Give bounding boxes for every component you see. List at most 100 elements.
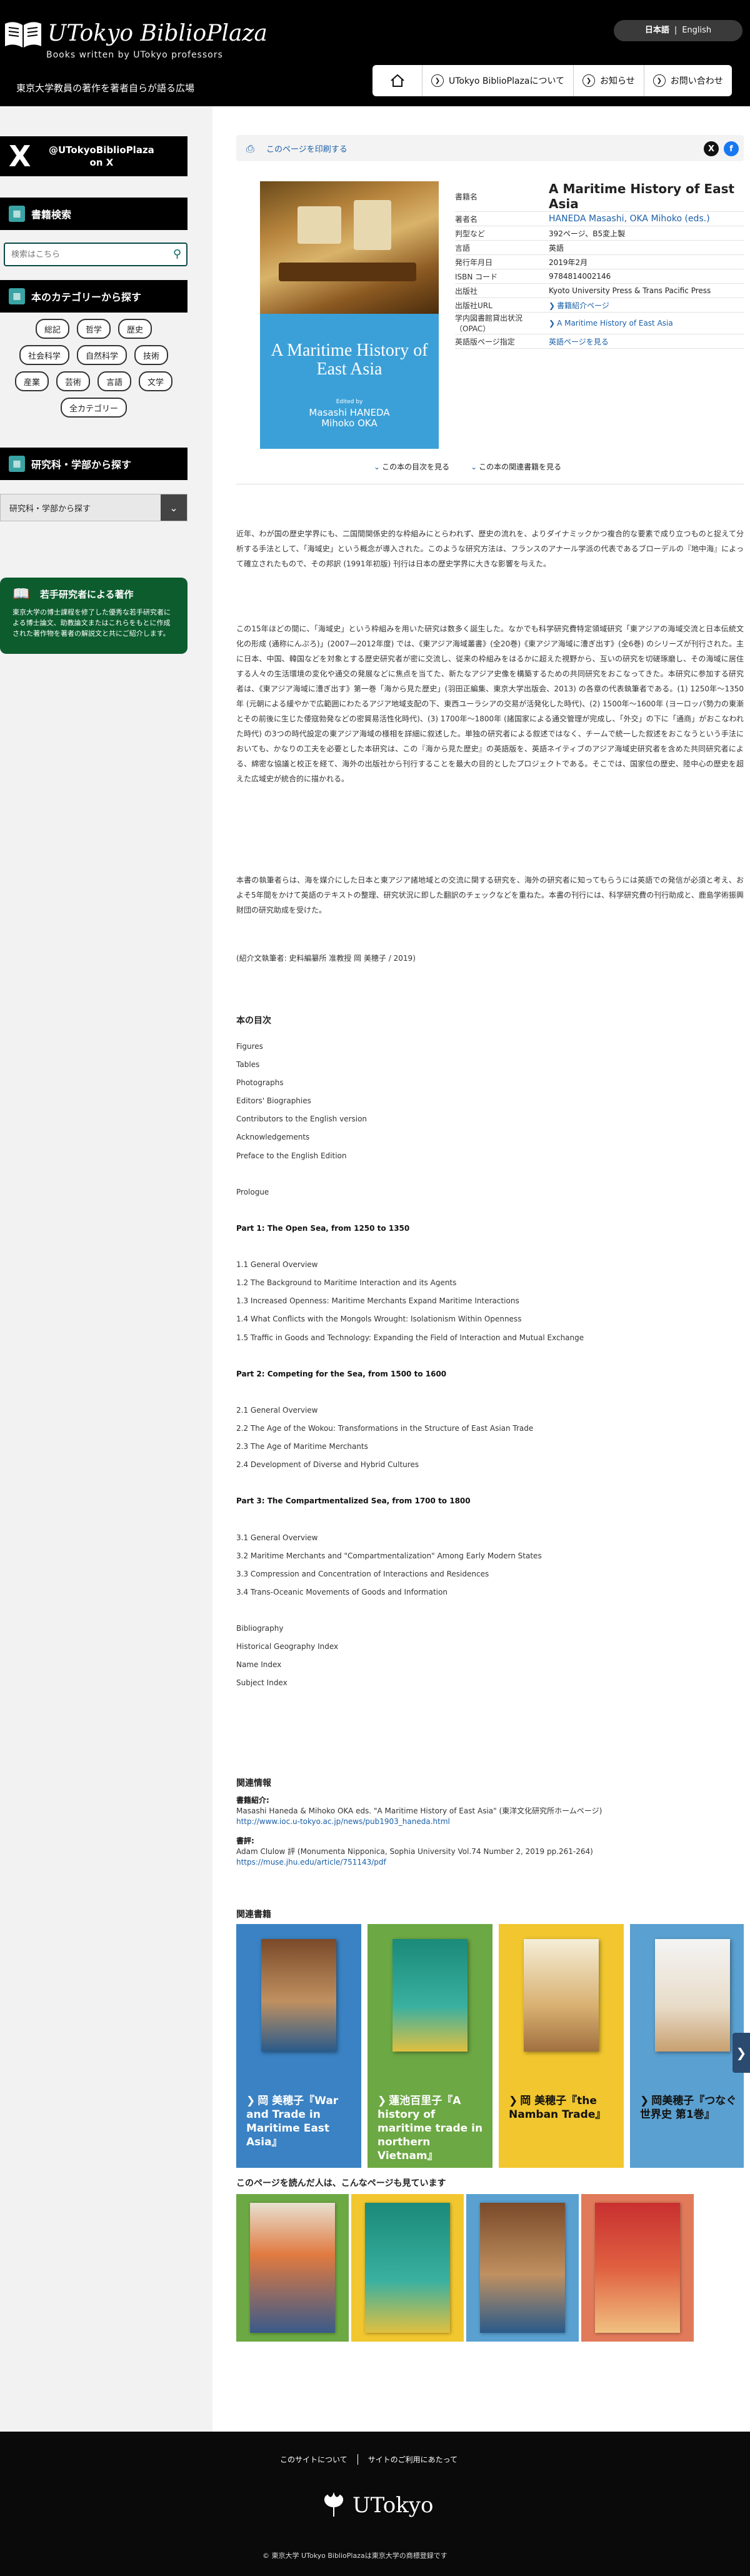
also-viewed-cover xyxy=(595,2203,680,2333)
facebook-share-icon[interactable]: f xyxy=(724,141,739,156)
category-tag[interactable]: 歴史 xyxy=(118,319,152,339)
graduate-heading-label: 研究科・学部から探す xyxy=(31,459,132,471)
site-footer: このサイトについて サイトのご利用にあたって UTokyo © 東京大学 UTo… xyxy=(0,2432,750,2576)
search-heading-label: 書籍検索 xyxy=(31,209,72,221)
info-key: 書籍名 xyxy=(455,192,478,201)
also-viewed-card[interactable] xyxy=(236,2194,349,2342)
category-tag[interactable]: 芸術 xyxy=(56,371,90,391)
related-book-label: 岡 美穂子『War and Trade in Maritime East Asi… xyxy=(246,2095,339,2148)
toc-spacer xyxy=(236,1238,744,1256)
also-viewed-cover xyxy=(480,2203,565,2333)
graduate-school-select[interactable]: 研究科・学部から探す ⌄ xyxy=(0,494,188,521)
book-cover: A Maritime History of East Asia Edited b… xyxy=(260,181,439,449)
toc-item: 3.4 Trans-Oceanic Movements of Goods and… xyxy=(236,1587,448,1596)
search-icon[interactable]: ⚲ xyxy=(173,248,181,261)
category-tag[interactable]: 哲学 xyxy=(76,319,111,339)
chevron-right-icon: ❯ xyxy=(378,2095,387,2107)
also-viewed-card[interactable] xyxy=(351,2194,464,2342)
cover-author: Masashi HANEDA xyxy=(309,407,390,418)
related-info-text: Masashi Haneda & Mihoko OKA eds. "A Mari… xyxy=(236,1807,602,1815)
nav-news[interactable]: ❯ お知らせ xyxy=(574,65,644,96)
search-input[interactable] xyxy=(5,244,155,265)
info-value: 392ページ、B5変上製 xyxy=(549,229,626,238)
toc-item: Contributors to the English version xyxy=(236,1115,368,1124)
nav-contact[interactable]: ❯ お問い合わせ xyxy=(644,65,732,96)
toc-item: 1.5 Traffic in Goods and Technology: Exp… xyxy=(236,1333,584,1342)
category-list: 総記 哲学 歴史 社会科学 自然科学 技術 産業 芸術 言語 文学 全カテゴリー xyxy=(0,319,188,418)
nav-home[interactable] xyxy=(372,65,422,96)
nav-contact-label: お問い合わせ xyxy=(670,76,723,86)
related-info-heading: 関連情報 xyxy=(236,1778,271,1788)
book-icon: ▦ xyxy=(9,456,25,472)
toc-item: 2.2 The Age of the Wokou: Transformation… xyxy=(236,1423,534,1433)
young-researchers-banner[interactable]: 📖 若手研究者による著作 東京大学の博士課程を修了した優秀な若手研究者による博士… xyxy=(0,578,188,654)
x-share-icon[interactable]: X xyxy=(704,141,719,156)
category-tag[interactable]: 産業 xyxy=(14,371,49,391)
opac-link[interactable]: A Maritime History of East Asia xyxy=(557,319,673,328)
category-tag[interactable]: 技術 xyxy=(134,345,169,365)
related-book-cover xyxy=(524,1939,599,2052)
publisher-page-link[interactable]: 書籍紹介ページ xyxy=(557,301,609,310)
carousel-next-button[interactable]: ❯ xyxy=(732,2033,750,2073)
footer-link-about[interactable]: このサイトについて xyxy=(270,2454,358,2465)
toc-item: 3.3 Compression and Concentration of Int… xyxy=(236,1569,489,1578)
description-signature: (紹介文執筆者: 史料編纂所 准教授 岡 美穂子 / 2019) xyxy=(236,954,416,963)
book-title: A Maritime History of East Asia xyxy=(549,181,735,211)
toc-item: Preface to the English Edition xyxy=(236,1151,347,1160)
footer-link-terms[interactable]: サイトのご利用にあたって xyxy=(358,2454,468,2465)
category-tag[interactable]: 言語 xyxy=(98,371,132,391)
chevron-right-icon: ❯ xyxy=(431,74,444,87)
category-tag[interactable]: 社会科学 xyxy=(19,345,69,365)
category-tag[interactable]: 自然科学 xyxy=(76,345,127,365)
related-info-link[interactable]: https://muse.jhu.edu/article/751143/pdf xyxy=(236,1858,386,1867)
related-book-label: 岡美穂子『つなぐ世界史 第1巻』 xyxy=(640,2095,737,2121)
book-icon: ▦ xyxy=(9,288,25,304)
related-info-key: 書評: xyxy=(236,1837,254,1845)
chevron-right-icon: ❯ xyxy=(549,301,556,310)
related-book-card[interactable]: ❯ 岡 美穂子『War and Trade in Maritime East As… xyxy=(236,1924,361,2168)
category-tag[interactable]: 総記 xyxy=(35,319,69,339)
toc-heading: 本の目次 xyxy=(236,1016,271,1026)
lang-english[interactable]: English xyxy=(682,26,711,35)
info-row-isbn: ISBN コード 9784814002146 xyxy=(455,269,744,284)
lang-japanese[interactable]: 日本語 xyxy=(645,26,669,35)
toc-item: 3.2 Maritime Merchants and "Compartmenta… xyxy=(236,1551,542,1560)
site-logo[interactable]: UTokyo BiblioPlaza xyxy=(0,18,268,50)
english-page-link[interactable]: 英語ページを見る xyxy=(549,338,609,346)
printer-icon[interactable]: ⎙ xyxy=(246,143,254,155)
chevron-right-icon: ❯ xyxy=(246,2095,256,2107)
nav-about[interactable]: ❯ UTokyo BiblioPlazaについて xyxy=(422,65,574,96)
footer-links: このサイトについて サイトのご利用にあたって xyxy=(270,2454,468,2465)
related-book-card[interactable]: ❯ 蓮池百里子『A history of maritime trade in no… xyxy=(368,1924,492,2168)
chevron-right-icon: ❯ xyxy=(549,319,556,328)
also-viewed-card[interactable] xyxy=(581,2194,694,2342)
cover-authors: Masashi HANEDA Mihoko OKA xyxy=(260,408,439,429)
toc-buttons: ⌄ この本の目次を見る ⌄ この本の関連書籍を見る xyxy=(374,461,561,472)
toc-part-heading: Part 2: Competing for the Sea, from 1500… xyxy=(236,1369,447,1378)
cover-author: Mihoko OKA xyxy=(321,418,378,429)
description-paragraph: 本書の執筆者らは、海を媒介にした日本と東アジア諸地域との交流に関する研究を、海外… xyxy=(236,876,744,915)
utokyo-logo[interactable]: UTokyo xyxy=(320,2492,433,2519)
category-all[interactable]: 全カテゴリー xyxy=(60,398,127,418)
x-handle: @UTokyoBiblioPlaza xyxy=(49,144,154,156)
related-books-heading: 関連書籍 xyxy=(236,1910,271,1920)
related-info-link[interactable]: http://www.ioc.u-tokyo.ac.jp/news/pub190… xyxy=(236,1817,450,1826)
related-book-card[interactable]: ❯ 岡美穂子『つなぐ世界史 第1巻』 xyxy=(630,1924,744,2168)
category-heading: ▦ 本のカテゴリーから探す xyxy=(0,280,188,313)
view-toc-button[interactable]: ⌄ この本の目次を見る xyxy=(374,461,449,472)
related-info: 書籍紹介: Masashi Haneda & Mihoko OKA eds. "… xyxy=(236,1795,744,1877)
description-paragraph: 近年、わが国の歴史学界にも、二国間関係史的な枠組みにとらわれず、歴史の流れを、よ… xyxy=(236,529,744,568)
x-account-link[interactable]: X @UTokyoBiblioPlaza on X xyxy=(0,136,188,176)
also-viewed-card[interactable] xyxy=(466,2194,579,2342)
view-related-button[interactable]: ⌄ この本の関連書籍を見る xyxy=(471,461,561,472)
category-tag[interactable]: 文学 xyxy=(139,371,173,391)
x-logo-icon: X xyxy=(9,139,31,173)
toc-list: Figures Tables Photographs Editors' Biograp… xyxy=(236,1038,744,1692)
related-book-card[interactable]: ❯ 岡 美穂子『the Namban Trade』 xyxy=(499,1924,624,2168)
info-key: 出版社URL xyxy=(455,301,492,310)
cover-title: A Maritime History of East Asia xyxy=(271,341,428,379)
search-heading: ▦ 書籍検索 xyxy=(0,198,188,230)
book-authors-link[interactable]: HANEDA Masashi, OKA Mihoko (eds.) xyxy=(549,214,744,224)
ginkgo-icon xyxy=(324,2492,344,2517)
print-link[interactable]: このページを印刷する xyxy=(266,143,348,154)
